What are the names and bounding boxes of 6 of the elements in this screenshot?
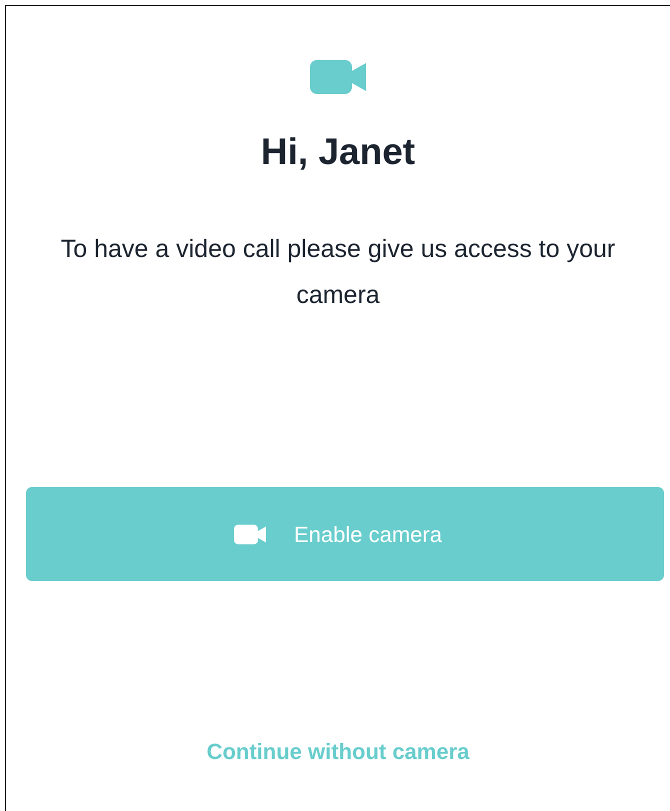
enable-camera-button[interactable]: Enable camera	[26, 487, 664, 581]
video-camera-icon	[234, 524, 266, 544]
greeting-title: Hi, Janet	[260, 133, 416, 170]
video-camera-icon	[310, 59, 366, 95]
continue-without-camera-link[interactable]: Continue without camera	[206, 735, 470, 768]
camera-access-message: To have a video call please give us access to your camera	[60, 234, 616, 311]
